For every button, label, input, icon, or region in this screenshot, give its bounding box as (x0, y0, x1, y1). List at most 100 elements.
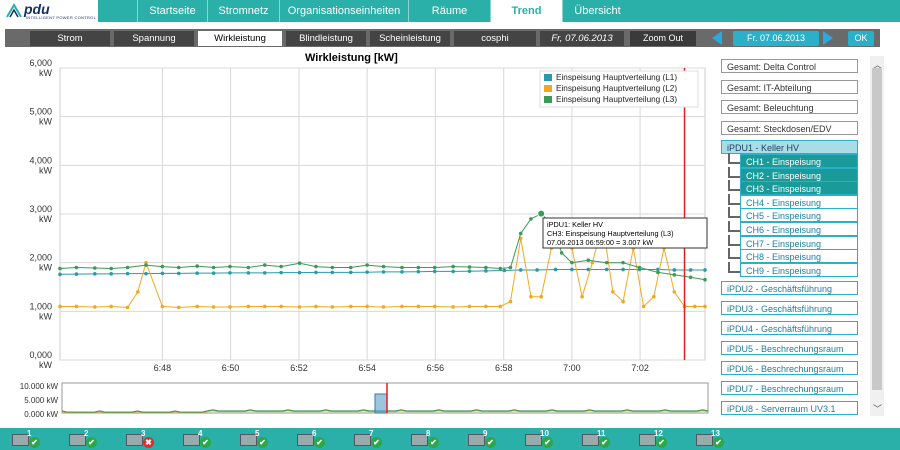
data-point-l2[interactable] (136, 290, 140, 294)
data-point-l2[interactable] (467, 304, 472, 309)
device-item[interactable]: iPDU7 - Beschrechungsraum (721, 381, 858, 395)
data-point-l2[interactable] (109, 304, 113, 309)
data-point-l3[interactable] (559, 251, 564, 255)
data-point-l1[interactable] (535, 268, 539, 272)
data-point-l3[interactable] (348, 265, 353, 270)
data-point-l1[interactable] (467, 269, 472, 273)
data-point-l3[interactable] (484, 265, 488, 270)
data-point-l3[interactable] (400, 265, 404, 270)
device-item[interactable]: iPDU4 - Geschäftsführung (721, 321, 858, 335)
date-picker-button[interactable]: Fr. 07.06.2013 (733, 31, 819, 46)
data-point-l1[interactable] (228, 271, 232, 275)
sidebar-scrollbar[interactable]: ︿ ﹀ (870, 56, 884, 416)
device-status[interactable]: 4 ✔ (181, 429, 215, 448)
channel-item[interactable]: CH7 - Einspeisung (740, 235, 858, 250)
data-point-l3[interactable] (58, 266, 62, 271)
data-point-l3[interactable] (246, 265, 251, 270)
data-point-l1[interactable] (381, 270, 386, 274)
group-item[interactable]: Gesamt: Delta Control (721, 59, 858, 73)
data-point-l1[interactable] (451, 269, 455, 274)
data-point-l2[interactable] (330, 305, 335, 309)
data-point-l1[interactable] (109, 272, 113, 276)
data-point-l1[interactable] (74, 272, 79, 276)
data-point-l2[interactable] (348, 304, 353, 309)
data-point-l3[interactable] (125, 265, 130, 270)
subtab-wirkleistung[interactable]: Wirkleistung (198, 31, 282, 46)
device-status[interactable]: 2 ✔ (67, 429, 101, 448)
data-point-l2[interactable] (641, 304, 646, 309)
data-point-l1[interactable] (144, 271, 148, 276)
device-item[interactable]: iPDU2 - Geschäftsführung (721, 281, 858, 295)
device-status[interactable]: 11 ✔ (580, 429, 614, 448)
tab-trend[interactable]: Trend (490, 0, 562, 22)
device-status[interactable]: 3 ✖ (124, 429, 158, 448)
data-point-l3[interactable] (279, 264, 283, 269)
device-status[interactable]: 7 ✔ (352, 429, 386, 448)
data-point-l1[interactable] (400, 270, 404, 274)
data-point-l2[interactable] (74, 304, 79, 309)
data-point-l1[interactable] (348, 270, 353, 275)
data-point-l2[interactable] (125, 305, 130, 310)
data-point-l2[interactable] (262, 304, 267, 309)
data-point-l3[interactable] (451, 264, 455, 269)
data-point-l3[interactable] (672, 273, 677, 277)
device-item[interactable]: iPDU3 - Geschäftsführung (721, 301, 858, 315)
data-point-l1[interactable] (604, 267, 609, 272)
data-point-l2[interactable] (611, 290, 615, 294)
data-point-l3[interactable] (518, 231, 523, 236)
data-point-l2[interactable] (228, 305, 232, 309)
data-point-l2[interactable] (176, 305, 181, 310)
data-point-l3[interactable] (604, 260, 609, 265)
data-point-l1[interactable] (672, 268, 677, 272)
channel-item[interactable]: CH1 - Einspeisung (740, 154, 858, 168)
data-point-l1[interactable] (502, 268, 507, 273)
data-point-l1[interactable] (518, 268, 523, 272)
data-point-l2[interactable] (365, 304, 369, 309)
data-point-l2[interactable] (160, 304, 165, 309)
data-point-l3[interactable] (703, 277, 707, 282)
subtab-blindleistung[interactable]: Blindleistung (286, 31, 366, 46)
data-point-l3[interactable] (176, 265, 181, 270)
data-point-l2[interactable] (621, 299, 625, 304)
channel-item[interactable]: CH2 - Einspeisung (740, 167, 858, 182)
data-point-l1[interactable] (211, 271, 216, 275)
data-point-l3[interactable] (93, 266, 97, 270)
device-item[interactable]: iPDU8 - Serverraum UV3.1 (721, 401, 858, 415)
data-point-l2[interactable] (93, 305, 97, 309)
data-point-l2[interactable] (58, 304, 62, 309)
device-status[interactable]: 9 ✔ (466, 429, 500, 448)
device-status[interactable]: 12 ✔ (637, 429, 671, 448)
data-point-l1[interactable] (125, 271, 130, 276)
data-point-l3[interactable] (74, 265, 79, 270)
subtab-spannung[interactable]: Spannung (114, 31, 194, 46)
data-point-l1[interactable] (365, 270, 369, 274)
data-point-l3[interactable] (529, 217, 533, 221)
highlighted-point[interactable] (537, 209, 546, 218)
channel-item[interactable]: CH6 - Einspeisung (740, 222, 858, 236)
device-item[interactable]: iPDU5 - Beschrechungsraum (721, 341, 858, 355)
device-ipdu1[interactable]: iPDU1 - Keller HV (721, 140, 858, 154)
data-point-l3[interactable] (416, 265, 421, 270)
data-point-l3[interactable] (508, 265, 513, 270)
data-point-l3[interactable] (381, 264, 386, 269)
next-day-arrow-icon[interactable] (823, 31, 833, 45)
channel-item[interactable]: CH8 - Einspeisung (740, 249, 858, 264)
channel-item[interactable]: CH9 - Einspeisung (740, 262, 858, 277)
data-point-l2[interactable] (432, 304, 437, 309)
channel-item[interactable]: CH5 - Einspeisung (740, 208, 858, 223)
data-point-l3[interactable] (109, 266, 113, 271)
data-point-l3[interactable] (330, 265, 335, 270)
data-point-l2[interactable] (484, 304, 488, 309)
data-point-l3[interactable] (211, 265, 216, 270)
data-point-l3[interactable] (637, 265, 642, 270)
data-point-l3[interactable] (297, 261, 302, 265)
tab-rume[interactable]: Räume (408, 0, 490, 22)
tab-startseite[interactable]: Startseite (137, 0, 207, 22)
data-point-l1[interactable] (314, 270, 318, 275)
data-point-l3[interactable] (144, 263, 148, 267)
data-point-l1[interactable] (93, 272, 97, 276)
data-point-l1[interactable] (246, 271, 251, 275)
device-status[interactable]: 6 ✔ (295, 429, 329, 448)
subtab-scheinleistung[interactable]: Scheinleistung (370, 31, 450, 46)
data-point-l1[interactable] (160, 271, 165, 276)
